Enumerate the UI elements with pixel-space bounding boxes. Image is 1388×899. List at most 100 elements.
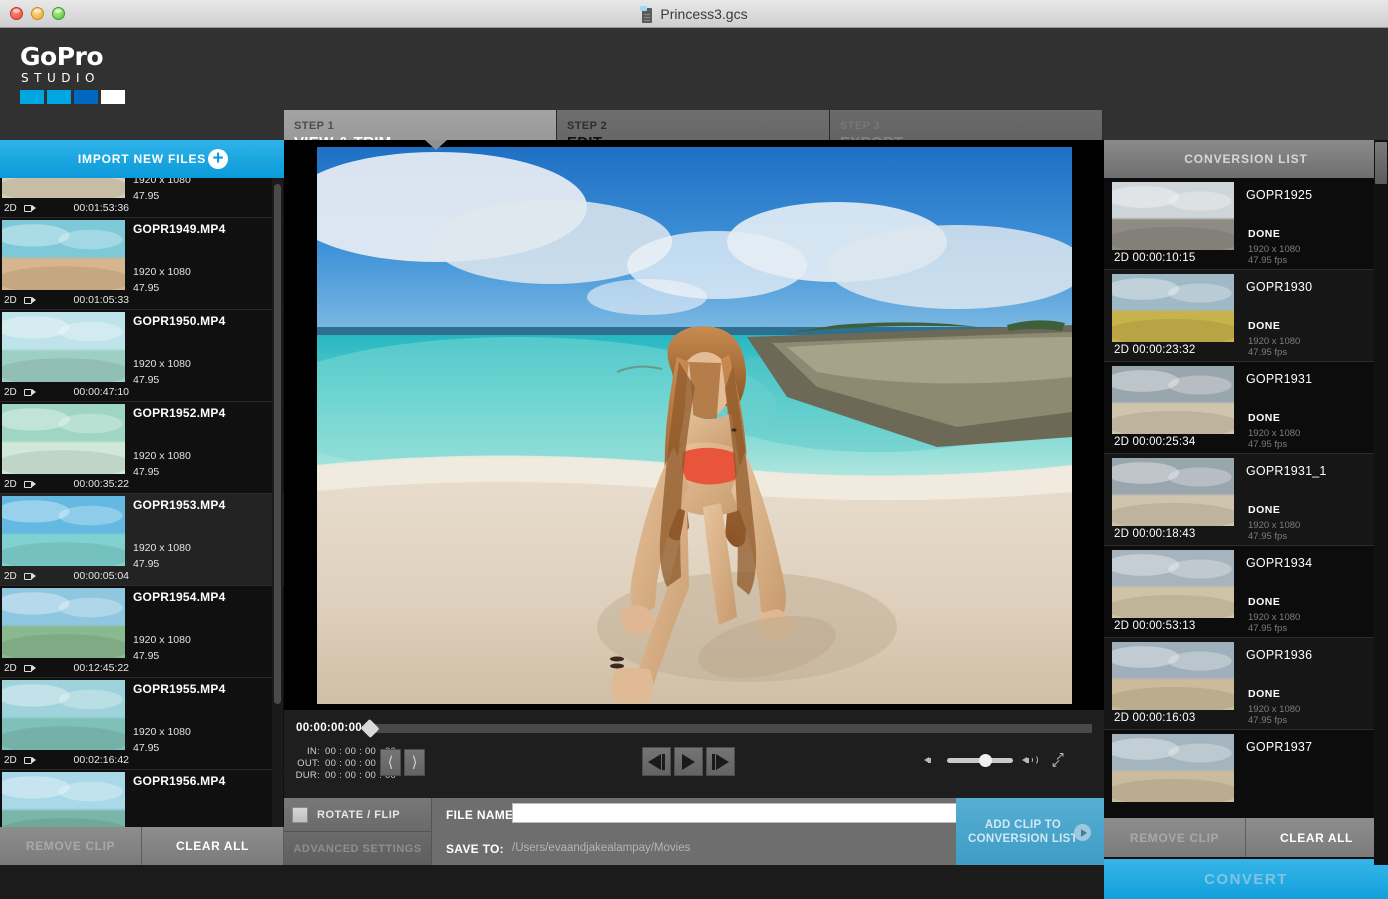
scrubber-track[interactable]	[372, 724, 1092, 733]
clip-meta-row: 2D 00:00:47:10	[4, 384, 129, 400]
conversion-status: DONE	[1248, 228, 1280, 240]
clip-dimension: 2D	[4, 663, 24, 674]
clip-dimension: 2D	[4, 295, 24, 306]
video-preview-frame[interactable]	[317, 147, 1072, 704]
conversion-thumbnail	[1112, 550, 1234, 618]
clip-list-item[interactable]: GOPR1956.MP4	[0, 770, 284, 835]
arrow-right-circle-icon[interactable]	[1074, 824, 1091, 841]
clip-resolution: 1920 x 1080	[133, 542, 191, 554]
clip-framerate: 47.95	[133, 650, 159, 662]
import-new-files-button[interactable]: IMPORT NEW FILES +	[0, 140, 284, 178]
advanced-settings-button[interactable]: ADVANCED SETTINGS	[284, 832, 431, 865]
window-title: Princess3.gcs	[660, 6, 747, 22]
add-clip-to-conversion-list-button[interactable]: ADD CLIP TO CONVERSION LIST	[956, 798, 1104, 865]
in-label: IN:	[294, 746, 320, 758]
clip-name: GOPR1953.MP4	[133, 498, 225, 512]
conversion-list-scrollbar[interactable]	[1374, 140, 1388, 865]
clip-list-actions[interactable]: REMOVE CLIP CLEAR ALL	[0, 827, 284, 865]
mark-in-icon[interactable]: ⟨	[380, 749, 401, 776]
maximize-window-button[interactable]	[52, 7, 65, 20]
out-label: OUT:	[294, 758, 320, 770]
trim-buttons[interactable]: ⟨ ⟩	[380, 749, 425, 776]
clip-list-item[interactable]: 2D 00:01:05:33 GOPR1949.MP41920 x 108047…	[0, 218, 284, 310]
clip-list-item[interactable]: 2D 00:00:47:10 GOPR1950.MP41920 x 108047…	[0, 310, 284, 402]
minimize-window-button[interactable]	[31, 7, 44, 20]
conversion-list-scrollbar-thumb[interactable]	[1375, 142, 1387, 184]
clip-timecode: 00:00:35:22	[74, 478, 129, 490]
window-controls[interactable]	[0, 7, 65, 20]
clip-resolution: 1920 x 1080	[133, 358, 191, 370]
clip-list-item[interactable]: 2D 00:01:53:36 1920 x 108047.95	[0, 178, 284, 218]
conversion-thumbnail	[1112, 366, 1234, 434]
conversion-thumbnail	[1112, 642, 1234, 710]
conversion-list[interactable]: 2D 00:00:10:15GOPR1925DONE1920 x 108047.…	[1104, 178, 1388, 818]
previous-frame-icon[interactable]	[642, 747, 671, 776]
import-new-files-label: IMPORT NEW FILES	[78, 152, 206, 166]
clip-list-item[interactable]: 2D 00:00:35:22 GOPR1952.MP41920 x 108047…	[0, 402, 284, 494]
clip-list-item[interactable]: 2D 00:02:16:42 GOPR1955.MP41920 x 108047…	[0, 678, 284, 770]
conversion-name: GOPR1925	[1246, 188, 1312, 202]
conversion-list-actions[interactable]: REMOVE CLIP CLEAR ALL	[1104, 818, 1388, 857]
conversion-list-item[interactable]: 2D 00:00:10:15GOPR1925DONE1920 x 108047.…	[1104, 178, 1388, 270]
video-preview-area[interactable]	[284, 140, 1104, 710]
clip-thumbnail	[2, 404, 125, 474]
volume-low-icon[interactable]	[924, 754, 938, 767]
clip-timecode: 00:02:16:42	[74, 754, 129, 766]
mark-out-icon[interactable]: ⟩	[404, 749, 425, 776]
conversion-list-item[interactable]: 2D 00:00:18:43GOPR1931_1DONE1920 x 10804…	[1104, 454, 1388, 546]
clip-framerate: 47.95	[133, 742, 159, 754]
conversion-clear-all-button[interactable]: CLEAR ALL	[1246, 818, 1388, 857]
conversion-list-item[interactable]: 2D 00:00:25:34GOPR1931DONE1920 x 108047.…	[1104, 362, 1388, 454]
clip-list-item[interactable]: 2D 00:00:05:04 GOPR1953.MP41920 x 108047…	[0, 494, 284, 586]
rotate-flip-label: ROTATE / FLIP	[317, 809, 400, 821]
file-name-input[interactable]	[512, 803, 1024, 823]
conversion-list-item[interactable]: 2D 00:00:16:03GOPR1936DONE1920 x 108047.…	[1104, 638, 1388, 730]
conversion-list-item[interactable]: GOPR1937	[1104, 730, 1388, 818]
rotate-flip-row[interactable]: ROTATE / FLIP	[284, 798, 431, 832]
video-camera-icon	[24, 388, 37, 397]
settings-buttons-column: ROTATE / FLIP ADVANCED SETTINGS	[284, 798, 432, 865]
save-to-path: /Users/evaandjakealampay/Movies	[512, 842, 690, 854]
clip-timecode: 00:12:45:22	[74, 662, 129, 674]
rotate-flip-checkbox[interactable]	[292, 807, 308, 823]
clip-thumbnail	[2, 496, 125, 566]
conversion-name: GOPR1930	[1246, 280, 1312, 294]
convert-button[interactable]: CONVERT	[1104, 859, 1388, 899]
plus-circle-icon[interactable]: +	[208, 149, 228, 169]
clip-resolution: 1920 x 1080	[133, 178, 191, 186]
conversion-list-item[interactable]: 2D 00:00:23:32GOPR1930DONE1920 x 108047.…	[1104, 270, 1388, 362]
playback-buttons[interactable]	[642, 747, 735, 776]
clip-list-item[interactable]: 2D 00:12:45:22 GOPR1954.MP41920 x 108047…	[0, 586, 284, 678]
scrubber-playhead[interactable]	[360, 718, 379, 737]
active-step-pointer	[425, 140, 447, 150]
clip-framerate: 47.95	[133, 374, 159, 386]
conversion-framerate: 47.95 fps	[1248, 255, 1287, 266]
volume-controls[interactable]: ↙↗	[924, 753, 1065, 767]
play-icon[interactable]	[674, 747, 703, 776]
clip-list[interactable]: 2D 00:01:53:36 1920 x 108047.95 2D 00:01…	[0, 178, 284, 835]
conversion-list-item[interactable]: 2D 00:00:53:13GOPR1934DONE1920 x 108047.…	[1104, 546, 1388, 638]
clip-thumbnail	[2, 680, 125, 750]
clip-list-scrollbar-thumb[interactable]	[274, 184, 281, 704]
volume-high-icon[interactable]	[1022, 754, 1036, 767]
scrubber-row[interactable]: 00:00:00:00	[284, 713, 1104, 743]
conversion-remove-clip-button[interactable]: REMOVE CLIP	[1104, 818, 1246, 857]
video-camera-icon	[24, 296, 37, 305]
window-titlebar: Princess3.gcs	[0, 0, 1388, 28]
logo-subtitle: STUDIO	[21, 71, 130, 85]
add-clip-label-line2: CONVERSION LIST	[968, 833, 1078, 845]
close-window-button[interactable]	[10, 7, 23, 20]
remove-clip-button[interactable]: REMOVE CLIP	[0, 827, 142, 865]
conversion-name: GOPR1934	[1246, 556, 1312, 570]
next-frame-icon[interactable]	[706, 747, 735, 776]
clip-name: GOPR1955.MP4	[133, 682, 225, 696]
volume-slider-knob[interactable]	[979, 754, 992, 767]
clear-all-button[interactable]: CLEAR ALL	[142, 827, 284, 865]
conversion-name: GOPR1936	[1246, 648, 1312, 662]
conversion-thumbnail	[1112, 274, 1234, 342]
volume-slider[interactable]	[947, 758, 1013, 763]
conversion-resolution: 1920 x 1080	[1248, 428, 1300, 439]
clip-meta-row: 2D 00:01:53:36	[4, 200, 129, 216]
fullscreen-icon[interactable]: ↙↗	[1051, 753, 1065, 767]
conversion-resolution: 1920 x 1080	[1248, 336, 1300, 347]
